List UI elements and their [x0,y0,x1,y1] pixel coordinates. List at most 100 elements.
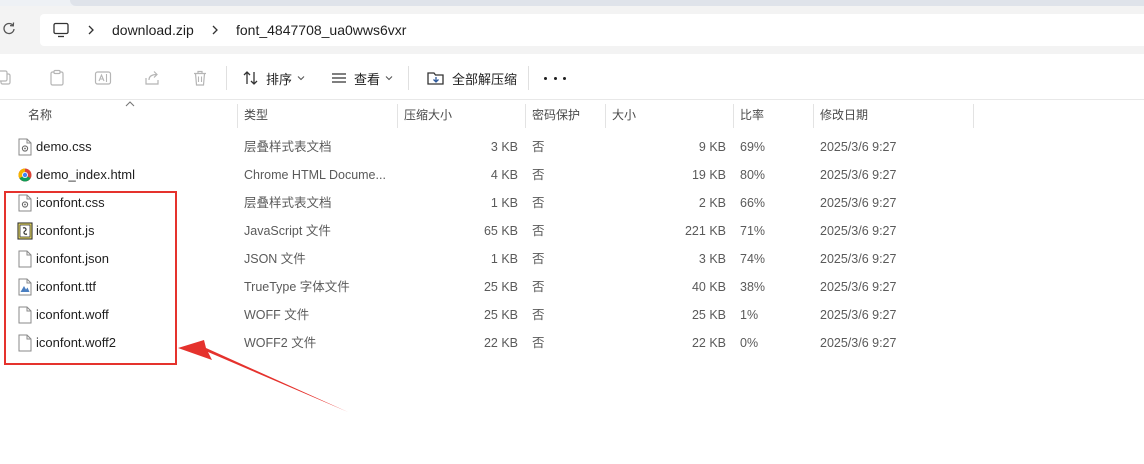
css-file-icon [18,138,32,156]
file-compressed-size: 65 KB [483,224,518,238]
file-type: JSON 文件 [244,252,306,266]
chevron-down-icon [385,76,393,81]
file-modified-date: 2025/3/6 9:27 [820,280,897,294]
sort-ascending-icon [125,101,135,107]
file-row[interactable]: demo.css 层叠样式表文档 3 KB 否 9 KB 69% 2025/3/… [0,133,1144,161]
file-compressed-size: 22 KB [483,336,518,350]
file-size: 9 KB [698,140,726,154]
share-icon[interactable] [143,69,161,87]
rename-icon[interactable] [94,69,112,87]
file-size: 221 KB [684,224,726,238]
file-password-protected: 否 [532,140,545,154]
file-compressed-size: 25 KB [483,280,518,294]
this-pc-icon[interactable] [52,21,70,39]
file-modified-date: 2025/3/6 9:27 [820,308,897,322]
file-type: WOFF 文件 [244,308,310,322]
toolbar-divider [226,66,227,90]
file-size: 2 KB [698,196,726,210]
file-compressed-size: 1 KB [490,196,518,210]
sort-label: 排序 [266,71,293,87]
file-ratio: 38% [740,280,766,294]
file-ratio: 69% [740,140,766,154]
column-divider[interactable] [813,104,814,128]
column-header-modified[interactable]: 修改日期 [820,100,868,130]
file-modified-date: 2025/3/6 9:27 [820,140,897,154]
file-type: Chrome HTML Docume... [244,168,386,182]
extract-folder-icon [427,72,444,85]
toolbar-divider [528,66,529,90]
column-divider[interactable] [973,104,974,128]
view-list-icon [332,73,346,83]
chevron-right-icon[interactable] [210,24,220,36]
refresh-icon[interactable] [2,21,16,35]
file-modified-date: 2025/3/6 9:27 [820,336,897,350]
column-header-row: 名称 类型 压缩大小 密码保护 大小 比率 修改日期 [0,100,1144,130]
annotation-highlight-box [4,191,177,365]
file-compressed-size: 25 KB [483,308,518,322]
file-compressed-size: 3 KB [490,140,518,154]
file-name: demo_index.html [36,167,135,182]
file-password-protected: 否 [532,168,545,182]
file-type: 层叠样式表文档 [244,196,332,210]
file-modified-date: 2025/3/6 9:27 [820,252,897,266]
column-header-password[interactable]: 密码保护 [532,100,580,130]
file-size: 40 KB [691,280,726,294]
column-header-size[interactable]: 大小 [612,100,636,130]
copy-path-icon[interactable] [0,69,14,87]
file-modified-date: 2025/3/6 9:27 [820,196,897,210]
file-size: 25 KB [691,308,726,322]
file-password-protected: 否 [532,280,545,294]
file-ratio: 0% [740,336,759,350]
command-toolbar: 排序 查看 全部解压缩 [0,54,1144,100]
file-ratio: 71% [740,224,766,238]
file-ratio: 74% [740,252,766,266]
breadcrumb-download-zip[interactable]: download.zip [112,22,194,38]
more-options-button[interactable] [544,68,566,88]
file-password-protected: 否 [532,196,545,210]
column-header-type[interactable]: 类型 [244,100,268,130]
chevron-down-icon [297,76,305,81]
address-row: download.zip font_4847708_ua0wws6vxr [0,6,1144,54]
annotation-arrow [178,340,348,412]
sort-icon [243,71,258,85]
file-type: JavaScript 文件 [244,224,331,238]
column-header-ratio[interactable]: 比率 [740,100,764,130]
file-ratio: 1% [740,308,759,322]
dot-icon [563,76,566,80]
file-compressed-size: 1 KB [490,252,518,266]
file-modified-date: 2025/3/6 9:27 [820,224,897,238]
file-modified-date: 2025/3/6 9:27 [820,168,897,182]
column-divider[interactable] [733,104,734,128]
file-password-protected: 否 [532,336,545,350]
breadcrumb-font-folder[interactable]: font_4847708_ua0wws6vxr [236,22,406,38]
file-size: 19 KB [691,168,726,182]
dot-icon [544,76,547,80]
file-ratio: 66% [740,196,766,210]
file-ratio: 80% [740,168,766,182]
extract-all-button[interactable]: 全部解压缩 [426,64,517,92]
column-header-compressed-size[interactable]: 压缩大小 [404,100,452,130]
file-type: TrueType 字体文件 [244,280,350,294]
paste-icon[interactable] [48,69,66,87]
delete-icon[interactable] [191,69,209,87]
file-compressed-size: 4 KB [490,168,518,182]
view-label: 查看 [354,71,381,87]
dot-icon [553,76,557,80]
address-bar[interactable]: download.zip font_4847708_ua0wws6vxr [40,14,1144,46]
toolbar-divider [408,66,409,90]
column-divider[interactable] [525,104,526,128]
chrome-html-icon [18,168,32,182]
file-password-protected: 否 [532,308,545,322]
file-password-protected: 否 [532,252,545,266]
file-size: 3 KB [698,252,726,266]
view-button[interactable]: 查看 [330,64,393,92]
extract-all-label: 全部解压缩 [452,71,518,87]
file-size: 22 KB [691,336,726,350]
column-divider[interactable] [237,104,238,128]
chevron-right-icon[interactable] [86,24,96,36]
column-divider[interactable] [605,104,606,128]
file-row[interactable]: demo_index.html Chrome HTML Docume... 4 … [0,161,1144,189]
column-header-name[interactable]: 名称 [28,100,52,130]
sort-button[interactable]: 排序 [242,64,305,92]
column-divider[interactable] [397,104,398,128]
